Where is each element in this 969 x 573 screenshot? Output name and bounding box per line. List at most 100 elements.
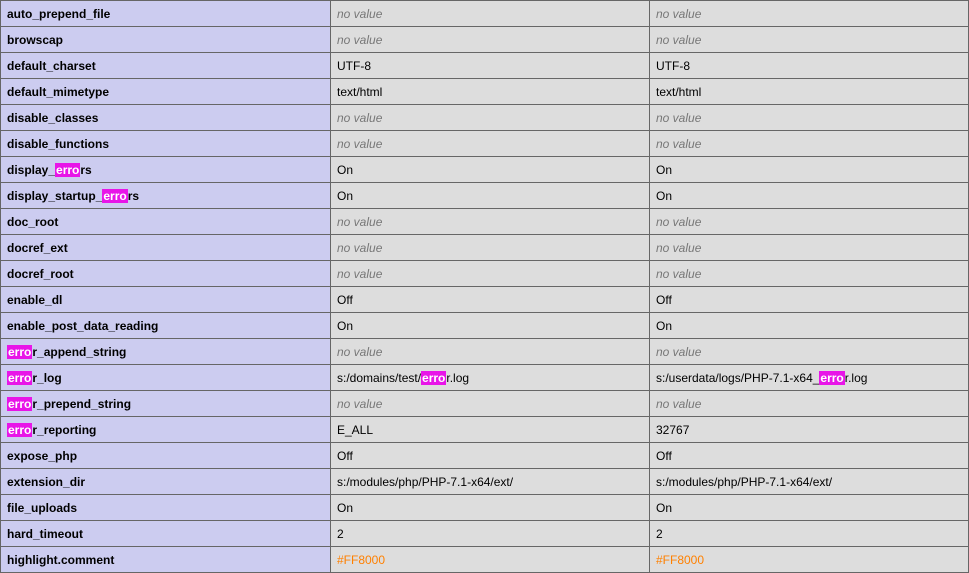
master-value: On	[650, 183, 969, 209]
no-value-text: no value	[337, 137, 382, 151]
directive-name: auto_prepend_file	[1, 1, 331, 27]
table-row: default_charsetUTF-8UTF-8	[1, 53, 969, 79]
no-value-text: no value	[656, 111, 701, 125]
master-value: On	[650, 313, 969, 339]
master-value: no value	[650, 209, 969, 235]
directive-name: disable_functions	[1, 131, 331, 157]
no-value-text: no value	[337, 267, 382, 281]
directive-name: browscap	[1, 27, 331, 53]
local-value: Off	[331, 287, 650, 313]
directive-name: disable_classes	[1, 105, 331, 131]
local-value: On	[331, 313, 650, 339]
table-row: display_errorsOnOn	[1, 157, 969, 183]
color-value: #FF8000	[337, 553, 385, 567]
directive-name: hard_timeout	[1, 521, 331, 547]
table-row: disable_functions no value no value	[1, 131, 969, 157]
no-value-text: no value	[656, 345, 701, 359]
no-value-text: no value	[656, 215, 701, 229]
no-value-text: no value	[337, 241, 382, 255]
highlight-mark: erro	[421, 371, 446, 385]
local-value: #FF8000	[331, 547, 650, 573]
master-value: no value	[650, 1, 969, 27]
no-value-text: no value	[337, 111, 382, 125]
directive-name: enable_post_data_reading	[1, 313, 331, 339]
local-value: E_ALL	[331, 417, 650, 443]
directive-name: expose_php	[1, 443, 331, 469]
local-value: no value	[331, 391, 650, 417]
master-value: no value	[650, 339, 969, 365]
highlight-mark: erro	[819, 371, 844, 385]
master-value: Off	[650, 443, 969, 469]
table-row: display_startup_errorsOnOn	[1, 183, 969, 209]
local-value: no value	[331, 1, 650, 27]
highlight-mark: erro	[7, 371, 32, 385]
table-row: browscapno valueno value	[1, 27, 969, 53]
directive-name: enable_dl	[1, 287, 331, 313]
master-value: On	[650, 157, 969, 183]
local-value: no value	[331, 131, 650, 157]
local-value: no value	[331, 235, 650, 261]
local-value: 2	[331, 521, 650, 547]
table-row: error_logs:/domains/test/error.logs:/use…	[1, 365, 969, 391]
master-value: UTF-8	[650, 53, 969, 79]
local-value: On	[331, 495, 650, 521]
highlight-mark: erro	[7, 423, 32, 437]
directive-name: docref_ext	[1, 235, 331, 261]
directive-name: error_append_string	[1, 339, 331, 365]
phpinfo-table: auto_prepend_fileno valueno valuebrowsca…	[0, 0, 969, 573]
no-value-text: no value	[656, 137, 701, 151]
directive-name: error_prepend_string	[1, 391, 331, 417]
table-row: auto_prepend_file no value no value	[1, 1, 969, 27]
local-value: Off	[331, 443, 650, 469]
table-row: docref_ext no value no value	[1, 235, 969, 261]
table-row: enable_post_data_readingOnOn	[1, 313, 969, 339]
no-value-text: no value	[656, 33, 701, 47]
master-value: 2	[650, 521, 969, 547]
directive-name: error_log	[1, 365, 331, 391]
table-row: expose_phpOffOff	[1, 443, 969, 469]
local-value: UTF-8	[331, 53, 650, 79]
table-row: error_prepend_stringno valueno value	[1, 391, 969, 417]
highlight-mark: erro	[102, 189, 127, 203]
directive-name: default_charset	[1, 53, 331, 79]
table-row: doc_rootno valueno value	[1, 209, 969, 235]
local-value: On	[331, 183, 650, 209]
directive-name: display_startup_errors	[1, 183, 331, 209]
master-value: #FF8000	[650, 547, 969, 573]
table-row: default_mimetypetext/htmltext/html	[1, 79, 969, 105]
table-row: error_reportingE_ALL32767	[1, 417, 969, 443]
color-value: #FF8000	[656, 553, 704, 567]
master-value: no value	[650, 235, 969, 261]
master-value: 32767	[650, 417, 969, 443]
local-value: no value	[331, 339, 650, 365]
no-value-text: no value	[656, 241, 701, 255]
local-value: no value	[331, 261, 650, 287]
master-value: On	[650, 495, 969, 521]
directive-name: doc_root	[1, 209, 331, 235]
master-value: no value	[650, 261, 969, 287]
no-value-text: no value	[337, 7, 382, 21]
no-value-text: no value	[656, 7, 701, 21]
directive-name: display_errors	[1, 157, 331, 183]
table-row: extension_dirs:/modules/php/PHP-7.1-x64/…	[1, 469, 969, 495]
table-row: highlight.comment#FF8000#FF8000	[1, 547, 969, 573]
master-value: text/html	[650, 79, 969, 105]
highlight-mark: erro	[55, 163, 80, 177]
local-value: s:/domains/test/error.log	[331, 365, 650, 391]
local-value: no value	[331, 27, 650, 53]
table-row: docref_rootno valueno value	[1, 261, 969, 287]
highlight-mark: erro	[7, 345, 32, 359]
directive-name: extension_dir	[1, 469, 331, 495]
table-row: error_append_stringno valueno value	[1, 339, 969, 365]
table-row: enable_dlOffOff	[1, 287, 969, 313]
local-value: s:/modules/php/PHP-7.1-x64/ext/	[331, 469, 650, 495]
table-row: file_uploadsOnOn	[1, 495, 969, 521]
master-value: s:/userdata/logs/PHP-7.1-x64_error.log	[650, 365, 969, 391]
table-row: hard_timeout22	[1, 521, 969, 547]
local-value: On	[331, 157, 650, 183]
local-value: no value	[331, 105, 650, 131]
directive-name: default_mimetype	[1, 79, 331, 105]
local-value: text/html	[331, 79, 650, 105]
local-value: no value	[331, 209, 650, 235]
no-value-text: no value	[656, 267, 701, 281]
